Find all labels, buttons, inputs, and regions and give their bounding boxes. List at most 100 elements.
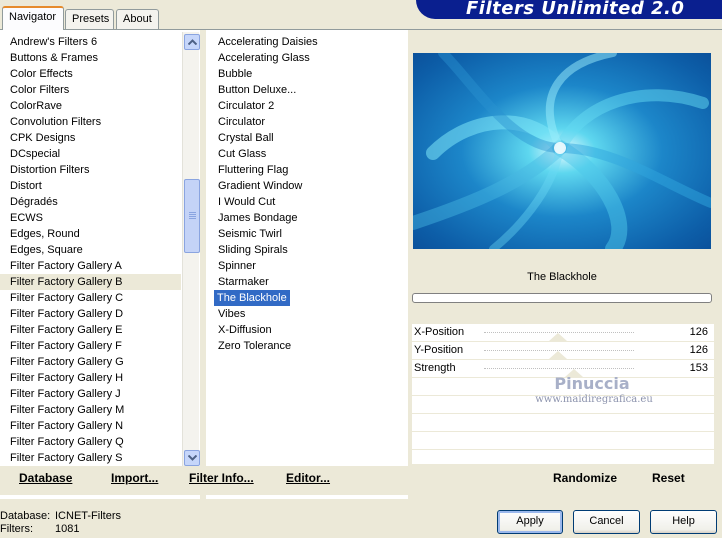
list-item[interactable]: Filter Factory Gallery D <box>0 306 181 322</box>
list-item[interactable]: Andrew's Filters 6 <box>0 34 181 50</box>
list-item[interactable]: Filter Factory Gallery G <box>0 354 181 370</box>
list-item[interactable]: Filter Factory Gallery M <box>0 402 181 418</box>
list-item[interactable]: X-Diffusion <box>207 322 405 338</box>
filter-label: The Blackhole <box>214 290 290 306</box>
list-item[interactable]: Sliding Spirals <box>207 242 405 258</box>
list-item[interactable]: Edges, Round <box>0 226 181 242</box>
database-info-value: ICNET-Filters <box>55 510 121 522</box>
slider-thumb[interactable] <box>549 333 568 341</box>
parameter-value: 153 <box>689 362 708 374</box>
filter-label: X-Diffusion <box>218 324 272 336</box>
preview-panel: The Blackhole X-Position 126 Y-Position 126… <box>408 30 722 500</box>
randomize-button[interactable]: Randomize <box>553 471 617 487</box>
list-item[interactable]: Buttons & Frames <box>0 50 181 66</box>
editor-button[interactable]: Editor... <box>286 471 330 487</box>
list-item[interactable]: Circulator <box>207 114 405 130</box>
filter-label: Circulator <box>218 116 266 128</box>
list-item[interactable]: Accelerating Glass <box>207 50 405 66</box>
parameter-row[interactable]: Y-Position 126 <box>412 342 714 360</box>
filter-info-button[interactable]: Filter Info... <box>189 471 254 487</box>
filter-label: Gradient Window <box>218 180 303 192</box>
scroll-down-button[interactable] <box>184 450 200 466</box>
list-item[interactable]: Vibes <box>207 306 405 322</box>
scroll-thumb[interactable] <box>184 179 200 253</box>
list-item[interactable]: Zero Tolerance <box>207 338 405 354</box>
list-item[interactable]: Dégradés <box>0 194 181 210</box>
watermark-url: www.maidiregrafica.eu <box>535 394 653 405</box>
list-item[interactable]: The Blackhole <box>207 290 405 306</box>
list-item[interactable]: ColorRave <box>0 98 181 114</box>
filter-label: Crystal Ball <box>218 132 274 144</box>
list-item[interactable]: Crystal Ball <box>207 130 405 146</box>
filters-info-label: Filters: <box>0 523 33 535</box>
list-item[interactable]: Gradient Window <box>207 178 405 194</box>
filter-label: Accelerating Daisies <box>218 36 318 48</box>
filter-label: Spinner <box>218 260 256 272</box>
list-item[interactable]: Button Deluxe... <box>207 82 405 98</box>
list-item[interactable]: Starmaker <box>207 274 405 290</box>
tab-navigator[interactable]: Navigator <box>2 6 64 30</box>
list-item[interactable]: I Would Cut <box>207 194 405 210</box>
app-title: Filters Unlimited 2.0 <box>466 0 685 19</box>
list-item[interactable]: Color Filters <box>0 82 181 98</box>
list-item[interactable]: Filter Factory Gallery A <box>0 258 181 274</box>
list-item[interactable]: Distort <box>0 178 181 194</box>
list-item[interactable]: Fluttering Flag <box>207 162 405 178</box>
slider-thumb[interactable] <box>549 351 568 359</box>
list-item[interactable]: Filter Factory Gallery C <box>0 290 181 306</box>
list-item[interactable]: Filter Factory Gallery J <box>0 386 181 402</box>
database-button[interactable]: Database <box>19 471 72 487</box>
list-item[interactable]: CPK Designs <box>0 130 181 146</box>
tab-about[interactable]: About <box>116 9 159 29</box>
list-item[interactable]: ECWS <box>0 210 181 226</box>
list-item[interactable]: Filter Factory Gallery B <box>0 274 181 290</box>
apply-button[interactable]: Apply <box>497 510 563 534</box>
list-item[interactable]: Convolution Filters <box>0 114 181 130</box>
filter-label: Accelerating Glass <box>218 52 310 64</box>
filter-label: Button Deluxe... <box>218 84 297 96</box>
filter-label: Starmaker <box>218 276 269 288</box>
preview-filter-name: The Blackhole <box>527 271 597 283</box>
list-item[interactable]: Distortion Filters <box>0 162 181 178</box>
filter-label: James Bondage <box>218 212 298 224</box>
category-scrollbar[interactable] <box>182 32 200 468</box>
parameter-row-empty <box>412 414 714 432</box>
list-item[interactable]: James Bondage <box>207 210 405 226</box>
progress-bar <box>412 293 712 303</box>
category-list[interactable]: Andrew's Filters 6 Buttons & Frames Color … <box>0 34 181 468</box>
divider-left <box>200 30 206 500</box>
list-item[interactable]: Accelerating Daisies <box>207 34 405 50</box>
cancel-button[interactable]: Cancel <box>573 510 640 534</box>
list-item[interactable]: Filter Factory Gallery F <box>0 338 181 354</box>
filter-label: Fluttering Flag <box>218 164 289 176</box>
tab-bar: Navigator Presets About Filters Unlimite… <box>0 0 722 30</box>
filter-label: Vibes <box>218 308 246 320</box>
parameter-row[interactable]: X-Position 126 <box>412 324 714 342</box>
list-item[interactable]: Filter Factory Gallery H <box>0 370 181 386</box>
list-item[interactable]: Seismic Twirl <box>207 226 405 242</box>
parameter-value: 126 <box>689 344 708 356</box>
list-item[interactable]: Filter Factory Gallery Q <box>0 434 181 450</box>
import-button[interactable]: Import... <box>111 471 158 487</box>
list-item[interactable]: Color Effects <box>0 66 181 82</box>
list-item[interactable]: DCspecial <box>0 146 181 162</box>
parameter-label: Strength <box>414 362 456 374</box>
filter-list[interactable]: Accelerating Daisies Accelerating Glass Bu… <box>207 34 405 468</box>
list-item[interactable]: Edges, Square <box>0 242 181 258</box>
list-item[interactable]: Filter Factory Gallery S <box>0 450 181 466</box>
tab-presets[interactable]: Presets <box>65 9 114 29</box>
filter-label: Circulator 2 <box>218 100 275 112</box>
list-item[interactable]: Spinner <box>207 258 405 274</box>
list-item[interactable]: Filter Factory Gallery N <box>0 418 181 434</box>
reset-button[interactable]: Reset <box>652 471 685 487</box>
help-button[interactable]: Help <box>650 510 717 534</box>
parameter-row-empty <box>412 432 714 450</box>
list-item[interactable]: Cut Glass <box>207 146 405 162</box>
parameter-track <box>484 368 634 369</box>
list-item[interactable]: Filter Factory Gallery E <box>0 322 181 338</box>
scroll-up-button[interactable] <box>184 34 200 50</box>
filters-info-value: 1081 <box>55 523 80 535</box>
list-item[interactable]: Circulator 2 <box>207 98 405 114</box>
list-item[interactable]: Bubble <box>207 66 405 82</box>
parameter-label: X-Position <box>414 326 465 338</box>
